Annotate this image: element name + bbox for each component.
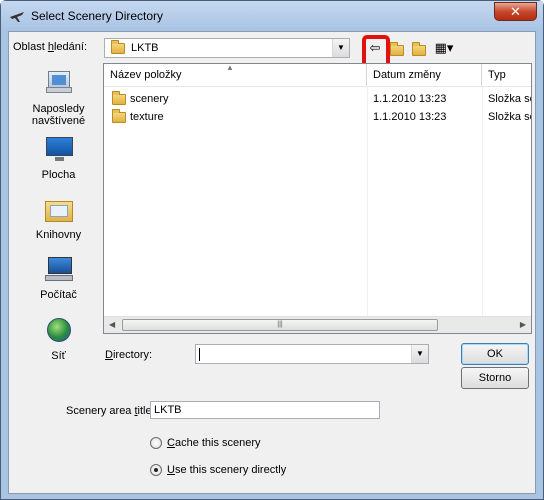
use-directly-radio[interactable] (150, 464, 162, 476)
sort-ascending-icon: ▲ (226, 63, 234, 72)
place-label: navštívené (31, 115, 86, 127)
cancel-button[interactable]: Storno (461, 367, 529, 389)
back-arrow-icon: ⇦ (369, 40, 381, 55)
dialog-window: Select Scenery Directory ✕ Oblast hledán… (0, 0, 544, 500)
computer-icon (42, 255, 76, 285)
file-list[interactable]: Název položky ▲ Datum změny Typ scenery … (103, 63, 532, 334)
new-folder-button[interactable] (409, 38, 429, 58)
use-directly-label[interactable]: Use this scenery directly (167, 464, 286, 476)
file-row[interactable]: scenery 1.1.2010 13:23 Složka sou (104, 90, 531, 108)
new-folder-icon (412, 41, 426, 56)
title-bar[interactable]: Select Scenery Directory ✕ (1, 1, 543, 31)
place-network[interactable]: Síť (16, 316, 101, 362)
horizontal-scrollbar[interactable]: ◀ ||| ▶ (104, 316, 531, 333)
up-folder-button[interactable] (387, 38, 407, 58)
chevron-down-icon[interactable]: ▼ (332, 39, 349, 57)
up-folder-icon (390, 41, 404, 56)
network-globe-icon (42, 316, 76, 346)
folder-icon (112, 108, 126, 126)
lookin-combo[interactable]: LKTB ▼ (104, 38, 350, 58)
place-label: Knihovny (35, 229, 82, 241)
recent-places-icon (42, 69, 76, 99)
scenery-title-input[interactable]: LKTB (150, 401, 380, 419)
file-name: scenery (130, 93, 169, 105)
file-type: Složka sou (488, 111, 531, 123)
place-libraries[interactable]: Knihovny (16, 195, 101, 241)
scrollbar-thumb[interactable]: ||| (122, 319, 438, 331)
place-desktop[interactable]: Plocha (16, 135, 101, 181)
file-name: texture (130, 111, 164, 123)
place-label: Síť (51, 350, 66, 362)
place-label: Plocha (41, 169, 76, 181)
desktop-icon (42, 135, 76, 165)
column-header-name[interactable]: Název položky ▲ (104, 63, 367, 86)
place-recent[interactable]: Naposledy navštívené (16, 69, 101, 127)
places-bar: Naposledy navštívené Plocha Knihovny Poč… (16, 63, 101, 363)
dialog-client-area: Oblast hledání: LKTB ▼ ⇦ ▦▾ Naposledy na… (8, 31, 536, 494)
view-menu-button[interactable]: ▦▾ (431, 38, 457, 58)
view-menu-icon: ▦▾ (434, 40, 454, 55)
cache-scenery-radio[interactable] (150, 437, 162, 449)
place-computer[interactable]: Počítač (16, 255, 101, 301)
file-date: 1.1.2010 13:23 (373, 111, 447, 123)
column-header-date[interactable]: Datum změny (367, 64, 482, 86)
scroll-right-icon[interactable]: ▶ (520, 320, 526, 329)
scroll-left-icon[interactable]: ◀ (109, 320, 115, 329)
back-button[interactable]: ⇦ (365, 38, 385, 58)
lookin-label: Oblast hledání: (13, 41, 88, 53)
directory-label: Directory: (105, 349, 153, 361)
close-icon: ✕ (510, 4, 521, 19)
column-header-type[interactable]: Typ (482, 64, 531, 86)
chevron-down-icon[interactable]: ▼ (411, 345, 428, 363)
place-label: Naposledy (32, 103, 85, 115)
cache-scenery-label[interactable]: Cache this scenery (167, 437, 261, 449)
ok-button[interactable]: OK (461, 343, 529, 365)
file-date: 1.1.2010 13:23 (373, 93, 447, 105)
directory-combo[interactable]: ▼ (195, 344, 429, 364)
file-row[interactable]: texture 1.1.2010 13:23 Složka sou (104, 108, 531, 126)
window-title: Select Scenery Directory (31, 9, 164, 23)
scenery-title-label: Scenery area title: (66, 405, 155, 417)
libraries-icon (42, 195, 76, 225)
lookin-value: LKTB (131, 42, 159, 54)
airplane-icon (10, 12, 24, 22)
close-button[interactable]: ✕ (494, 2, 537, 21)
place-label: Počítač (40, 289, 77, 301)
file-type: Složka sou (488, 93, 531, 105)
text-caret (199, 348, 200, 361)
folder-icon (112, 90, 126, 108)
folder-icon (111, 40, 125, 54)
